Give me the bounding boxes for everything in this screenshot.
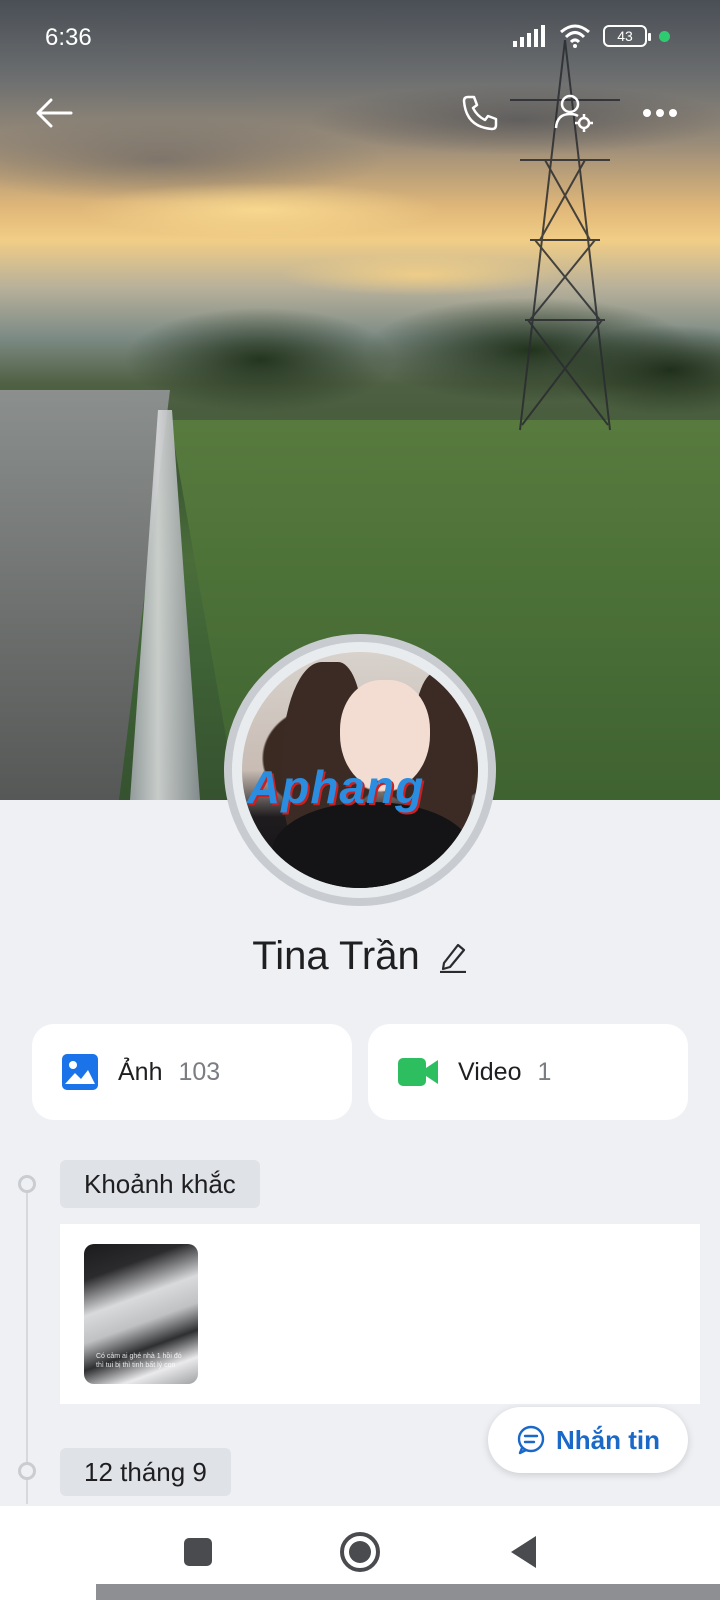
moment-caption: Có cảm ai ghé nhà 1 hồi đó thì tui bị th… — [96, 1353, 182, 1369]
status-bar: 6:36 43 — [0, 0, 720, 80]
photos-label: Ảnh — [118, 1057, 163, 1086]
photos-count: 103 — [178, 1057, 221, 1086]
message-button[interactable]: Nhắn tin — [488, 1407, 688, 1473]
message-button-label: Nhắn tin — [556, 1424, 660, 1455]
moment-thumbnail[interactable]: Có cảm ai ghé nhà 1 hồi đó thì tui bị th… — [84, 1244, 198, 1384]
back-button[interactable] — [26, 85, 82, 141]
timeline-dot — [18, 1462, 36, 1480]
top-action-bar — [0, 85, 720, 145]
date-chip: 12 tháng 9 — [60, 1448, 231, 1496]
photos-card[interactable]: Ảnh 103 — [32, 1024, 352, 1120]
recent-apps-button[interactable] — [174, 1528, 222, 1576]
call-button[interactable] — [452, 85, 508, 141]
home-button[interactable] — [336, 1528, 384, 1576]
active-dot — [659, 30, 670, 42]
status-icons: 43 — [513, 24, 670, 48]
image-icon — [62, 1054, 98, 1090]
battery-icon: 43 — [603, 25, 651, 47]
moments-chip: Khoảnh khắc — [60, 1160, 260, 1208]
recent-apps-icon — [184, 1538, 212, 1566]
video-camera-icon — [398, 1058, 438, 1086]
more-icon — [643, 109, 677, 117]
signal-icon — [513, 25, 545, 47]
wifi-icon — [560, 24, 590, 48]
home-icon — [340, 1532, 380, 1572]
back-triangle-icon — [511, 1536, 536, 1568]
profile-settings-button[interactable] — [546, 85, 602, 141]
gesture-bar — [96, 1584, 720, 1600]
cover-trees — [110, 290, 720, 430]
battery-level: 43 — [617, 28, 633, 44]
timeline-line — [26, 1184, 28, 1504]
pencil-icon[interactable] — [438, 941, 468, 973]
videos-card[interactable]: Video 1 — [368, 1024, 688, 1120]
moments-panel: Có cảm ai ghé nhà 1 hồi đó thì tui bị th… — [60, 1224, 700, 1404]
chat-bubble-icon — [517, 1425, 545, 1455]
profile-name-row: Tina Trần — [0, 934, 720, 979]
status-time: 6:36 — [45, 24, 92, 51]
videos-count: 1 — [537, 1057, 552, 1086]
avatar-frame[interactable]: Aphang — [224, 634, 496, 906]
videos-label: Video — [458, 1057, 522, 1086]
user-settings-icon — [554, 94, 593, 132]
timeline-dot — [18, 1175, 36, 1193]
back-arrow-icon — [36, 98, 73, 128]
phone-icon — [462, 95, 498, 131]
more-options-button[interactable] — [632, 85, 688, 141]
avatar-watermark: Aphang — [247, 761, 425, 813]
profile-name: Tina Trần — [252, 934, 420, 978]
nav-back-button[interactable] — [500, 1528, 548, 1576]
avatar: Aphang — [242, 652, 478, 888]
